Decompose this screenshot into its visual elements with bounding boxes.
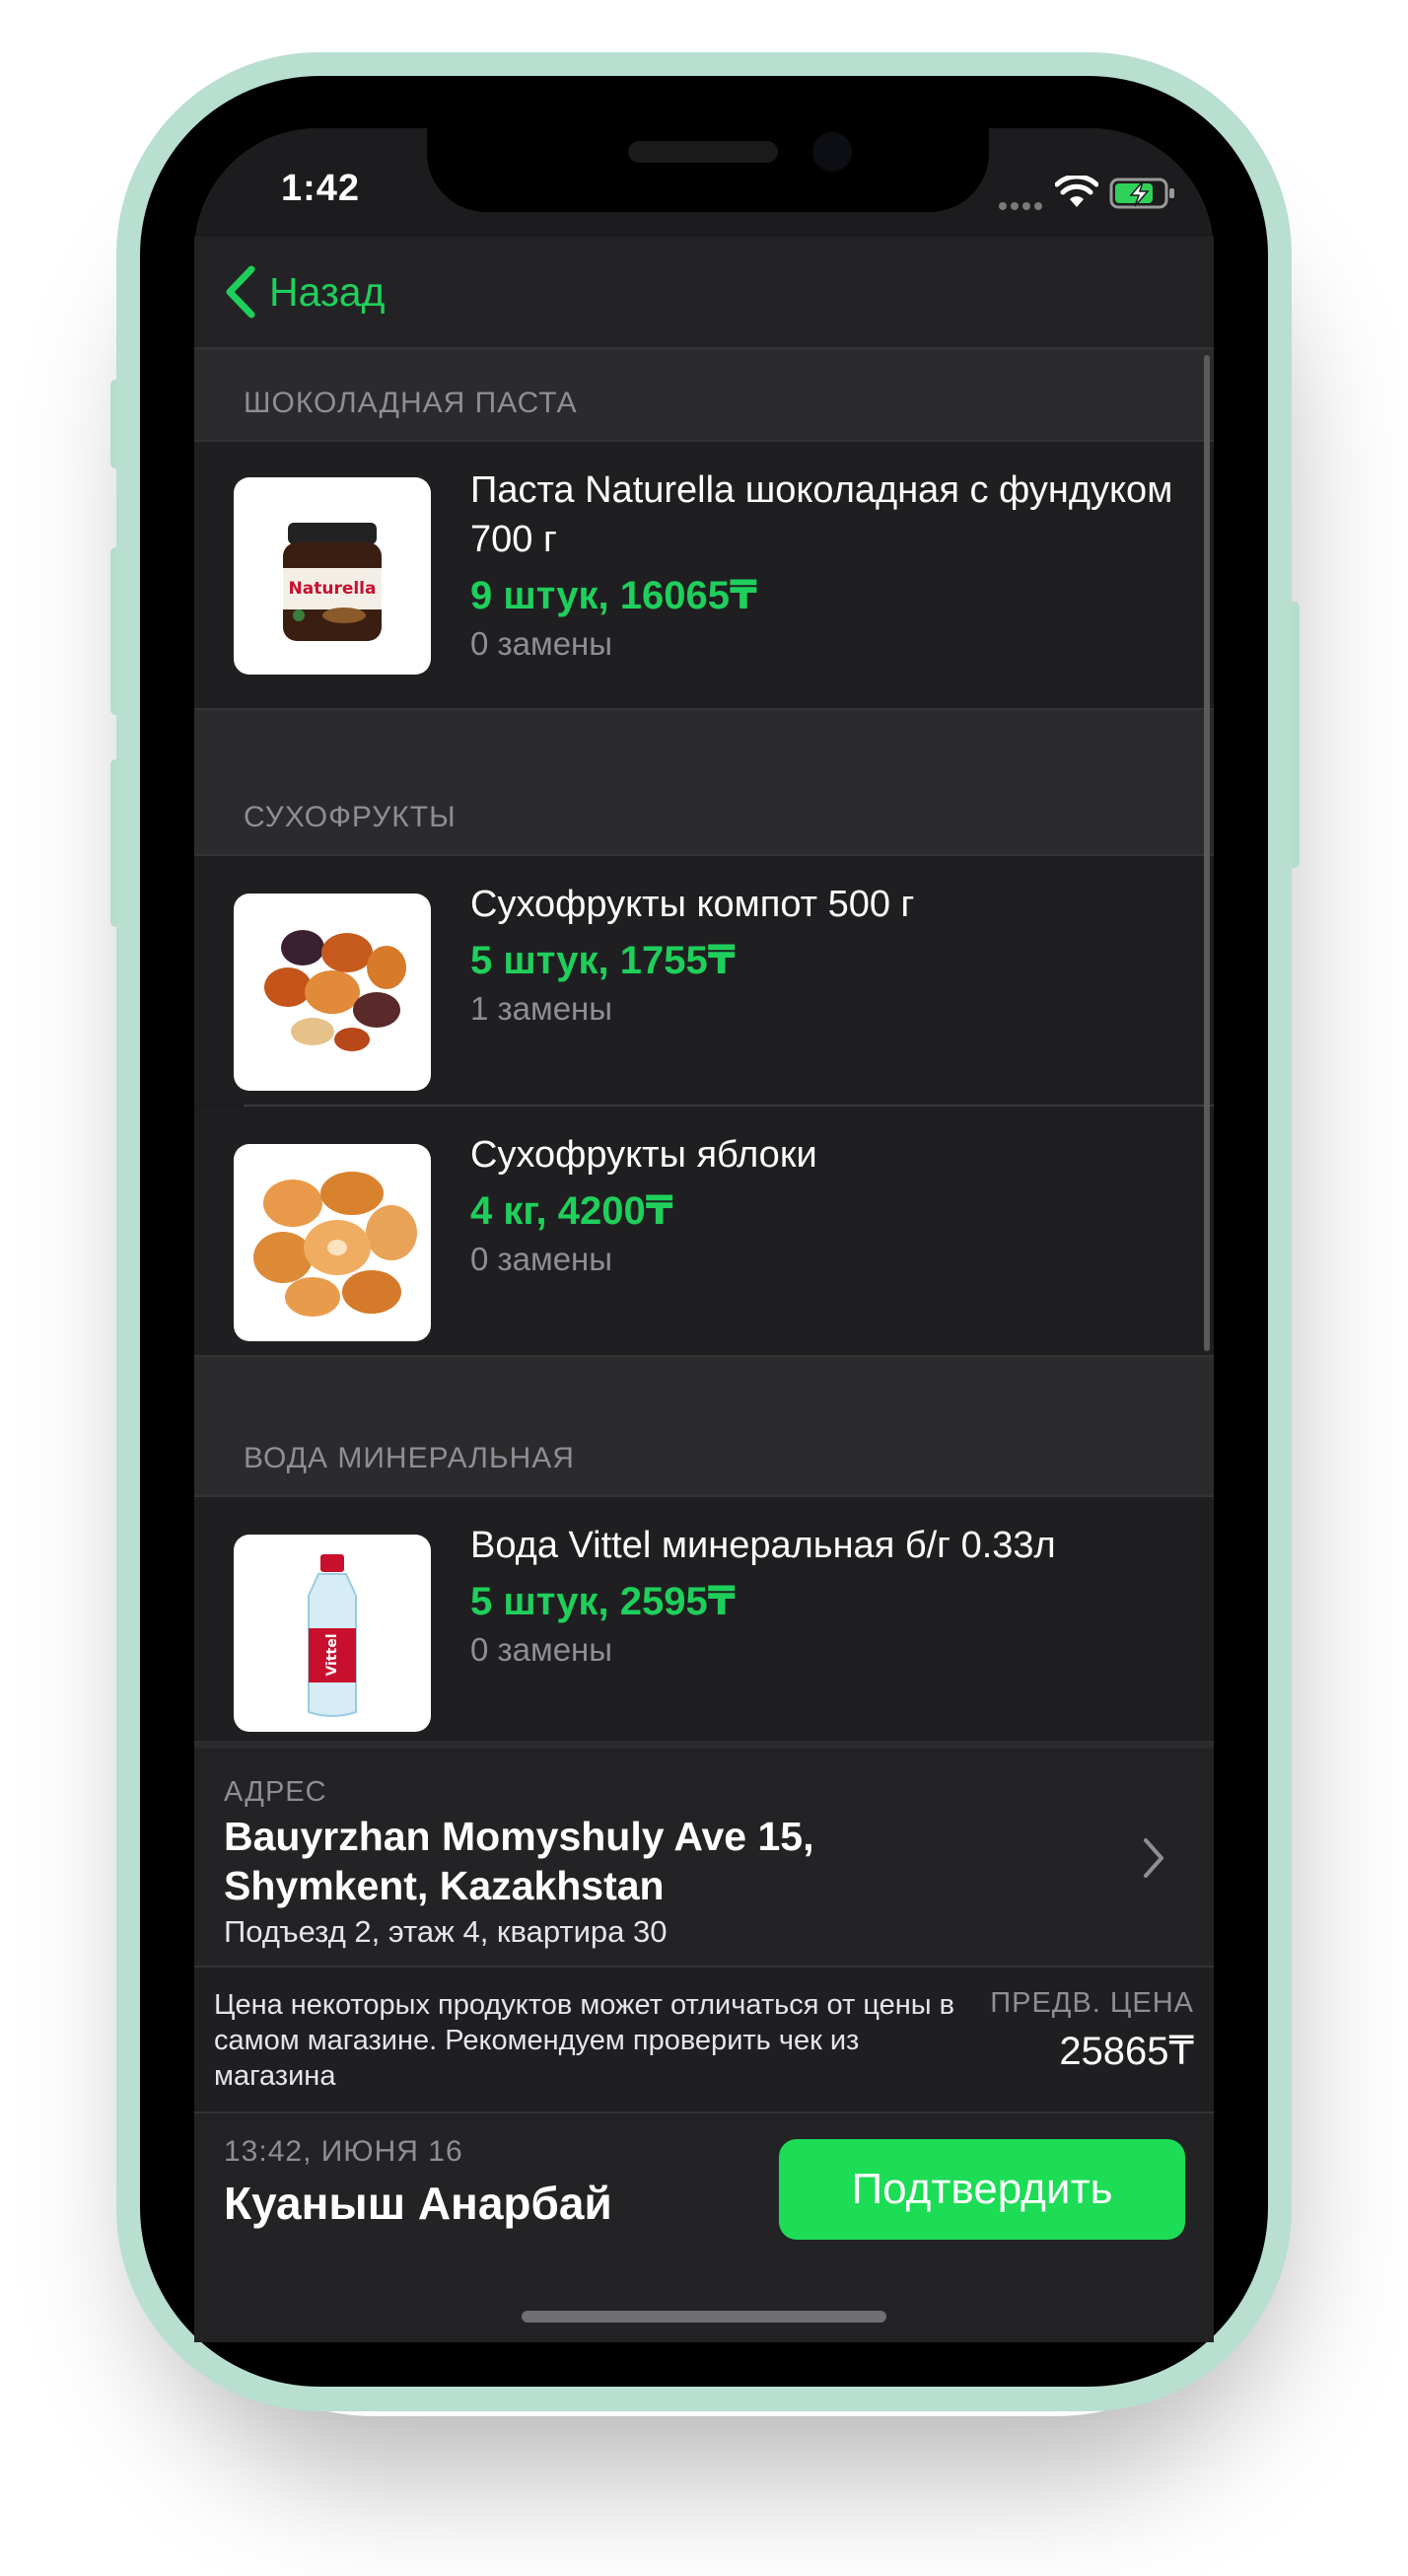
replacements-count: 1 замены xyxy=(470,990,612,1027)
status-time: 1:42 xyxy=(281,168,361,209)
wifi-icon xyxy=(1055,176,1098,207)
estimated-price-value: 25865₸ xyxy=(1059,2030,1194,2073)
back-label: Назад xyxy=(269,268,386,315)
replacements-count: 0 замены xyxy=(470,625,612,662)
chevron-right-icon xyxy=(1144,1838,1163,1878)
address-row[interactable]: АДРЕС Bauyrzhan Momyshuly Ave 15, Shymke… xyxy=(194,1741,1214,1971)
product-image: Naturella xyxy=(234,477,431,675)
confirm-button[interactable]: Подтвердить xyxy=(779,2139,1185,2240)
svg-text:Vittel: Vittel xyxy=(324,1633,340,1676)
product-quantity-price: 4 кг, 4200₸ xyxy=(470,1189,673,1233)
order-timestamp: 13:42, ИЮНЯ 16 xyxy=(224,2135,463,2168)
list-item[interactable]: Сухофрукты яблоки 4 кг, 4200₸ 0 замены xyxy=(194,1107,1214,1355)
dried-fruit-mix-image xyxy=(264,930,406,1051)
section-header: СУХОФРУКТЫ xyxy=(194,710,1214,854)
water-bottle-image: Vittel xyxy=(308,1554,357,1717)
dried-apples-image xyxy=(253,1172,417,1317)
product-name: Паста Naturella шоколадная с фундуком 70… xyxy=(470,469,1173,560)
section-header: ВОДА МИНЕРАЛЬНАЯ xyxy=(194,1357,1214,1495)
nutella-jar-image: Naturella xyxy=(283,523,382,641)
list-item[interactable]: Vittel Вода Vittel минеральная б/г 0.33л… xyxy=(194,1497,1214,1740)
list-item[interactable]: Naturella Паста Naturella шоколадная с ф… xyxy=(194,442,1214,708)
battery-charging-icon xyxy=(1109,178,1174,209)
product-quantity-price: 5 штук, 2595₸ xyxy=(470,1580,736,1623)
chevron-left-icon xyxy=(226,265,255,319)
product-name: Сухофрукты яблоки xyxy=(470,1134,817,1176)
navigation-bar: Назад xyxy=(194,237,1214,349)
home-indicator[interactable] xyxy=(522,2311,886,2323)
address-line: Bauyrzhan Momyshuly Ave 15, Shymkent, Ka… xyxy=(224,1814,814,1908)
front-camera xyxy=(812,132,852,172)
product-name: Сухофрукты компот 500 г xyxy=(470,884,915,925)
product-image: Vittel xyxy=(234,1535,431,1732)
price-disclaimer: Цена некоторых продуктов может отличатьс… xyxy=(214,1989,955,2092)
cellular-signal-icon xyxy=(999,197,1046,215)
section-header: ШОКОЛАДНАЯ ПАСТА xyxy=(194,349,1214,440)
product-image xyxy=(234,1144,431,1341)
device-mockup: 1:42 Назад ШОКОЛАДНАЯ ПАСТА Naturella Па… xyxy=(0,0,1408,2576)
speaker-grille xyxy=(628,141,778,163)
back-button[interactable]: Назад xyxy=(224,264,385,320)
product-image xyxy=(234,894,431,1091)
svg-text:Naturella: Naturella xyxy=(289,579,377,599)
scrollbar[interactable] xyxy=(1204,355,1210,1351)
product-name: Вода Vittel минеральная б/г 0.33л xyxy=(470,1525,1056,1566)
replacements-count: 0 замены xyxy=(470,1631,612,1668)
product-quantity-price: 5 штук, 1755₸ xyxy=(470,939,736,982)
address-label: АДРЕС xyxy=(224,1776,327,1808)
product-quantity-price: 9 штук, 16065₸ xyxy=(470,574,757,617)
replacements-count: 0 замены xyxy=(470,1241,612,1277)
customer-name: Куаныш Анарбай xyxy=(224,2178,612,2229)
list-item[interactable]: Сухофрукты компот 500 г 5 штук, 1755₸ 1 … xyxy=(194,856,1214,1105)
price-summary: Цена некоторых продуктов может отличатьс… xyxy=(194,1966,1214,2111)
order-list[interactable]: ШОКОЛАДНАЯ ПАСТА Naturella Паста Naturel… xyxy=(194,349,1214,1740)
order-footer: 13:42, ИЮНЯ 16 Куаныш Анарбай Подтвердит… xyxy=(194,2111,1214,2342)
estimated-price-label: ПРЕДВ. ЦЕНА xyxy=(990,1987,1194,2019)
address-details: Подъезд 2, этаж 4, квартира 30 xyxy=(224,1914,668,1949)
